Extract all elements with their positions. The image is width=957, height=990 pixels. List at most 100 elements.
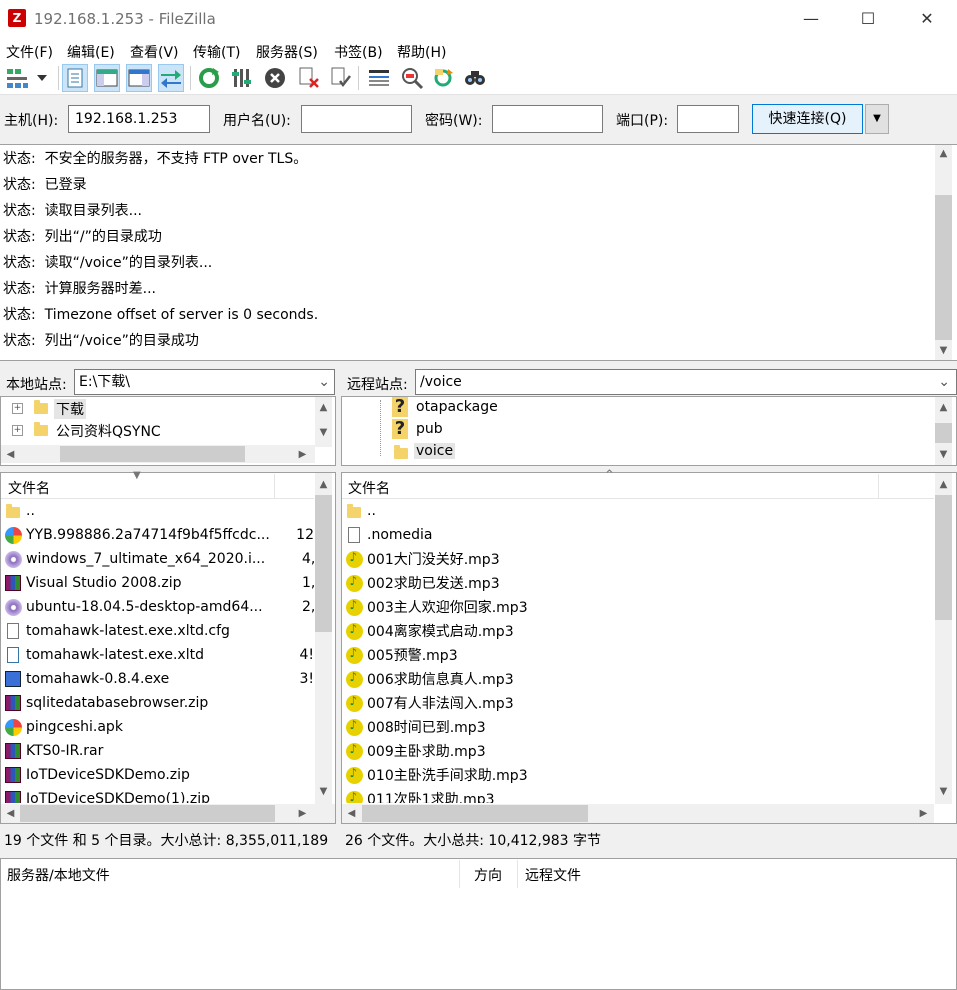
process-queue-icon[interactable] xyxy=(229,64,255,92)
menu-server[interactable]: 服务器(S) xyxy=(256,42,318,62)
remote-tree-item[interactable]: voice xyxy=(414,443,456,459)
table-row[interactable]: .. xyxy=(345,499,376,523)
vscroll-thumb[interactable] xyxy=(935,423,952,443)
expand-icon[interactable]: + xyxy=(12,403,23,414)
quickconnect-button[interactable]: 快速连接(Q) xyxy=(752,104,863,134)
quickconnect-history-dropdown[interactable]: ▼ xyxy=(865,104,889,134)
minimize-button[interactable]: — xyxy=(788,0,834,38)
table-row[interactable]: 004离家模式启动.mp3 xyxy=(345,619,514,643)
table-row[interactable]: tomahawk-latest.exe.xltd.cfg xyxy=(4,619,230,643)
scroll-right-arrow[interactable]: ▶ xyxy=(294,805,311,822)
table-row[interactable]: pingceshi.apk xyxy=(4,715,123,739)
scroll-left-arrow[interactable]: ◀ xyxy=(2,805,19,822)
table-row[interactable]: 002求助已发送.mp3 xyxy=(345,571,500,595)
scroll-up-arrow[interactable]: ▲ xyxy=(315,476,332,493)
password-input[interactable] xyxy=(492,105,603,133)
site-manager-icon[interactable] xyxy=(4,64,30,92)
log-scroll-thumb[interactable] xyxy=(935,195,952,340)
menu-transfer[interactable]: 传输(T) xyxy=(193,42,240,62)
remote-tree-item[interactable]: otapackage xyxy=(416,399,498,415)
reconnect-icon[interactable] xyxy=(328,64,354,92)
filter-icon[interactable] xyxy=(399,64,425,92)
table-row[interactable]: ubuntu-18.04.5-desktop-amd64... xyxy=(4,595,263,619)
menu-help[interactable]: 帮助(H) xyxy=(397,42,446,62)
table-row[interactable]: KTS0-IR.rar xyxy=(4,739,103,763)
scroll-up-arrow[interactable]: ▲ xyxy=(935,399,952,416)
refresh-icon[interactable] xyxy=(196,64,222,92)
scroll-down-arrow[interactable]: ▼ xyxy=(935,446,952,463)
local-tree-item[interactable]: 公司资料QSYNC xyxy=(56,421,161,441)
log-scroll-up[interactable]: ▲ xyxy=(935,145,952,162)
table-row[interactable]: 001大门没关好.mp3 xyxy=(345,547,500,571)
username-input[interactable] xyxy=(301,105,412,133)
remote-col-filename[interactable]: 文件名 xyxy=(348,478,390,498)
queue-col-server-local[interactable]: 服务器/本地文件 xyxy=(7,865,110,885)
local-tree-item[interactable]: 下载 xyxy=(54,399,86,419)
local-col-filename[interactable]: 文件名 xyxy=(8,478,50,498)
scroll-down-arrow[interactable]: ▼ xyxy=(935,783,952,800)
scroll-up-arrow[interactable]: ▲ xyxy=(315,399,332,416)
table-row[interactable]: 005预警.mp3 xyxy=(345,643,458,667)
remote-site-label: 远程站点: xyxy=(347,377,408,393)
menu-bookmarks[interactable]: 书签(B) xyxy=(334,42,383,62)
disconnect-icon[interactable] xyxy=(296,64,322,92)
folder-icon xyxy=(6,503,20,518)
table-row[interactable]: IoTDeviceSDKDemo(1).zip xyxy=(4,787,210,803)
remote-path-combo[interactable]: /voice ⌄ xyxy=(415,369,957,395)
table-row[interactable]: 003主人欢迎你回家.mp3 xyxy=(345,595,528,619)
dropdown-arrow-icon[interactable] xyxy=(32,64,52,92)
queue-col-direction[interactable]: 方向 xyxy=(474,865,502,885)
table-row[interactable]: 006求助信息真人.mp3 xyxy=(345,667,514,691)
toggle-queue-icon[interactable] xyxy=(158,64,184,92)
search-icon[interactable] xyxy=(462,64,488,92)
scroll-left-arrow[interactable]: ◀ xyxy=(343,805,360,822)
scroll-right-arrow[interactable]: ▶ xyxy=(294,446,311,463)
chevron-down-icon[interactable]: ⌄ xyxy=(318,370,330,394)
table-row[interactable]: sqlitedatabasebrowser.zip xyxy=(4,691,208,715)
remote-tree-item[interactable]: pub xyxy=(416,421,443,437)
hscroll-thumb[interactable] xyxy=(60,446,245,462)
chevron-down-icon[interactable]: ⌄ xyxy=(938,370,950,394)
table-row[interactable]: tomahawk-0.8.4.exe xyxy=(4,667,169,691)
log-line: 状态: 读取目录列表... xyxy=(3,203,142,219)
table-row[interactable]: 008时间已到.mp3 xyxy=(345,715,486,739)
toggle-log-icon[interactable] xyxy=(62,64,88,92)
scroll-left-arrow[interactable]: ◀ xyxy=(2,446,19,463)
table-row[interactable]: 009主卧求助.mp3 xyxy=(345,739,486,763)
table-row[interactable]: .. xyxy=(4,499,35,523)
maximize-button[interactable]: ☐ xyxy=(845,0,891,38)
toggle-remote-tree-icon[interactable] xyxy=(126,64,152,92)
table-row[interactable]: IoTDeviceSDKDemo.zip xyxy=(4,763,190,787)
expand-icon[interactable]: + xyxy=(12,425,23,436)
table-row[interactable]: 010主卧洗手间求助.mp3 xyxy=(345,763,528,787)
table-row[interactable]: Visual Studio 2008.zip xyxy=(4,571,182,595)
table-row[interactable]: windows_7_ultimate_x64_2020.i... xyxy=(4,547,265,571)
port-input[interactable] xyxy=(677,105,739,133)
log-scroll-down[interactable]: ▼ xyxy=(935,342,952,359)
scroll-down-arrow[interactable]: ▼ xyxy=(315,424,332,441)
sync-browse-icon[interactable] xyxy=(430,64,456,92)
close-button[interactable]: ✕ xyxy=(904,0,950,38)
table-row[interactable]: 011次卧1求助.mp3 xyxy=(345,787,495,803)
menu-file[interactable]: 文件(F) xyxy=(6,42,53,62)
cancel-icon[interactable] xyxy=(262,64,288,92)
scroll-down-arrow[interactable]: ▼ xyxy=(315,783,332,800)
vscroll-thumb[interactable] xyxy=(315,495,332,632)
menu-edit[interactable]: 编辑(E) xyxy=(67,42,115,62)
hscroll-thumb[interactable] xyxy=(20,805,275,822)
host-input[interactable]: 192.168.1.253 xyxy=(68,105,210,133)
table-row[interactable]: tomahawk-latest.exe.xltd xyxy=(4,643,204,667)
directory-compare-icon[interactable] xyxy=(366,64,392,92)
scroll-up-arrow[interactable]: ▲ xyxy=(935,476,952,493)
local-path-combo[interactable]: E:\下载\ ⌄ xyxy=(74,369,335,395)
table-row[interactable]: 007有人非法闯入.mp3 xyxy=(345,691,514,715)
vscroll-thumb[interactable] xyxy=(935,495,952,620)
scroll-right-arrow[interactable]: ▶ xyxy=(915,805,932,822)
toggle-local-tree-icon[interactable] xyxy=(94,64,120,92)
queue-col-remote[interactable]: 远程文件 xyxy=(525,865,581,885)
menu-view[interactable]: 查看(V) xyxy=(130,42,179,62)
table-row[interactable]: YYB.998886.2a74714f9b4f5ffcdc... xyxy=(4,523,270,547)
hscroll-thumb[interactable] xyxy=(362,805,588,822)
port-label: 端口(P): xyxy=(616,113,669,129)
table-row[interactable]: .nomedia xyxy=(345,523,433,547)
